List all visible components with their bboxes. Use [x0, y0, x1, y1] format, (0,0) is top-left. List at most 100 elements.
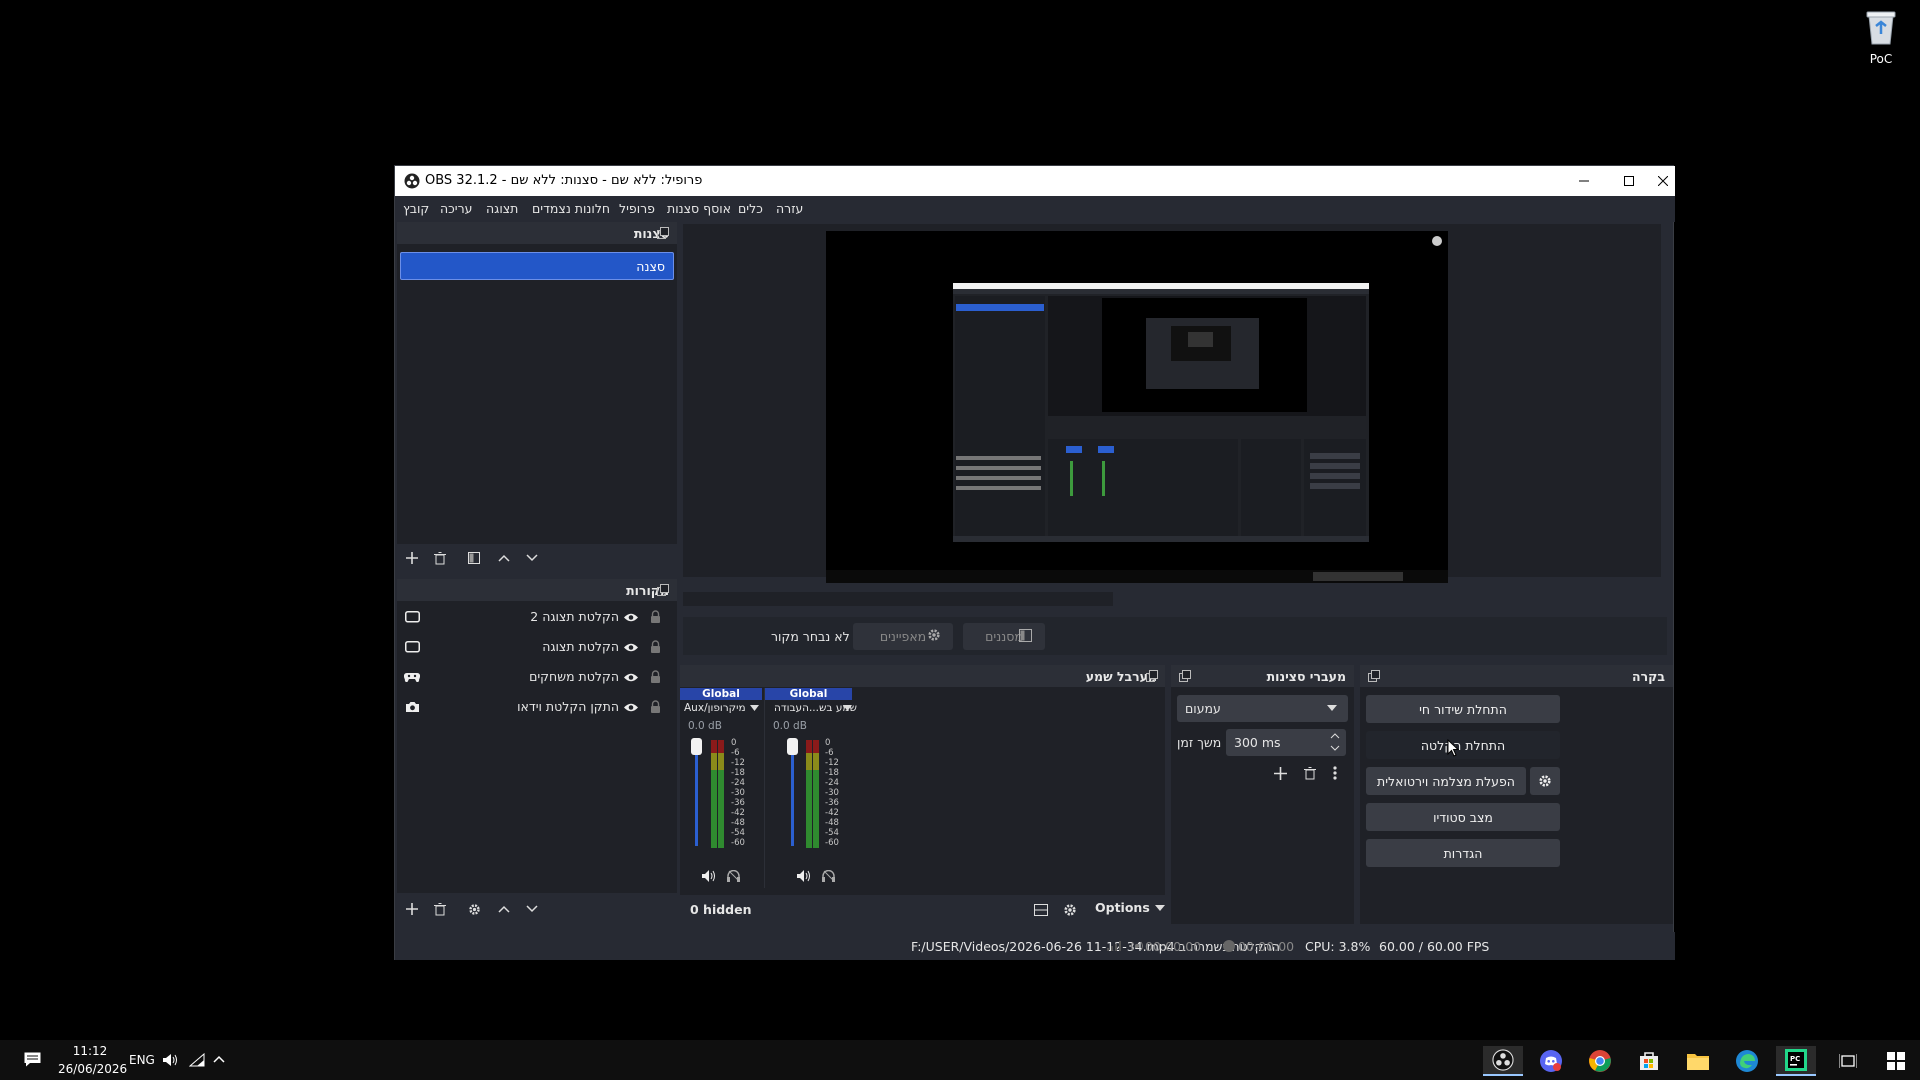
move-source-down-icon[interactable]: [523, 900, 541, 918]
start-recording-button[interactable]: התחלת הקלטה: [1366, 731, 1560, 759]
add-source-icon[interactable]: [403, 900, 421, 918]
source-row[interactable]: הקלטת תצוגה 2: [397, 602, 677, 632]
undock-icon[interactable]: [657, 227, 669, 239]
taskbar-chrome-icon[interactable]: [1580, 1046, 1620, 1076]
maximize-button[interactable]: [1606, 166, 1651, 196]
add-scene-icon[interactable]: [403, 549, 421, 567]
menu-tools[interactable]: כלים: [738, 201, 763, 216]
preview-zoom-controls[interactable]: [683, 592, 1113, 606]
undock-icon[interactable]: [1368, 670, 1380, 682]
add-transition-icon[interactable]: [1271, 764, 1289, 782]
lock-icon[interactable]: [646, 607, 664, 625]
sources-dock-title: מקורות: [397, 579, 677, 601]
visibility-eye-icon[interactable]: [622, 638, 640, 656]
network-icon[interactable]: [189, 1053, 205, 1067]
taskbar-task-view-icon[interactable]: [1828, 1046, 1868, 1076]
source-properties-gear-icon[interactable]: [465, 900, 483, 918]
taskbar-file-explorer-icon[interactable]: [1678, 1046, 1718, 1076]
duration-value: 300 ms: [1234, 735, 1281, 750]
sources-toolbar: [397, 895, 677, 923]
virtual-camera-settings-button[interactable]: [1530, 767, 1560, 795]
filters-button[interactable]: מסננים: [963, 623, 1045, 650]
menu-profile[interactable]: פרופיל: [619, 201, 655, 216]
duration-spinbox[interactable]: 300 ms: [1226, 729, 1346, 756]
chevron-down-icon: [1155, 905, 1165, 911]
status-bar: ההקלטה נשמרה ב F:/USER/Videos/2026-06-26…: [395, 932, 1675, 960]
menu-view[interactable]: תצוגה: [486, 201, 518, 216]
menu-scene-collection[interactable]: אוסף סצנות: [667, 201, 731, 216]
settings-button[interactable]: הגדרות: [1366, 839, 1560, 867]
undock-icon[interactable]: [1179, 670, 1191, 682]
scene-filters-icon[interactable]: [465, 549, 483, 567]
show-hidden-icons-chevron-icon[interactable]: [213, 1055, 225, 1063]
taskbar: 11:12 26/06/2026 ENG PC: [0, 1040, 1920, 1080]
transition-select[interactable]: עמעום: [1177, 695, 1348, 722]
source-row[interactable]: הקלטת תצוגה: [397, 632, 677, 662]
taskbar-pycharm-icon[interactable]: PC: [1776, 1046, 1816, 1076]
recycle-bin[interactable]: PoC: [1855, 8, 1907, 66]
gear-icon: [927, 628, 941, 642]
input-language[interactable]: ENG: [129, 1053, 155, 1067]
undock-icon[interactable]: [657, 584, 669, 596]
minimize-button[interactable]: [1561, 166, 1606, 196]
source-row[interactable]: הקלטת משחקים: [397, 662, 677, 692]
start-virtual-camera-button[interactable]: הפעלת מצלמה וירטואלית: [1366, 767, 1526, 795]
speaker-icon[interactable]: [797, 870, 811, 882]
taskbar-discord-icon[interactable]: [1531, 1046, 1571, 1076]
headphones-monitor-icon[interactable]: [727, 870, 740, 882]
taskbar-obs-icon[interactable]: [1483, 1046, 1523, 1076]
volume-slider-handle[interactable]: [787, 738, 798, 755]
remove-source-icon[interactable]: [431, 900, 449, 918]
visibility-eye-icon[interactable]: [622, 608, 640, 626]
window-title: OBS 32.1.2 - פרופיל: ללא שם - סצנות: ללא…: [425, 173, 703, 188]
remove-transition-icon[interactable]: [1301, 764, 1319, 782]
lock-icon[interactable]: [646, 697, 664, 715]
volume-icon[interactable]: [163, 1053, 179, 1067]
mixer-layout-icon[interactable]: [1032, 901, 1050, 919]
menu-help[interactable]: עזרה: [776, 201, 803, 216]
spin-up-icon[interactable]: [1330, 732, 1340, 739]
visibility-eye-icon[interactable]: [622, 698, 640, 716]
volume-slider-handle[interactable]: [691, 738, 702, 755]
scene-item[interactable]: סצנה: [400, 252, 674, 280]
start-windows-icon[interactable]: [1876, 1046, 1916, 1076]
title-bar[interactable]: OBS 32.1.2 - פרופיל: ללא שם - סצנות: ללא…: [395, 166, 1675, 196]
move-scene-up-icon[interactable]: [495, 549, 513, 567]
close-button[interactable]: [1651, 166, 1675, 196]
meter-ticks: 0 -6 -12 -18 -24 -30 -36 -42 -48 -54 -60: [731, 738, 745, 848]
channel-menu-arrow-icon[interactable]: [750, 705, 759, 711]
notifications-icon[interactable]: [24, 1052, 41, 1067]
source-name: הקלטת תצוגה: [542, 639, 619, 654]
transition-more-icon[interactable]: [1326, 764, 1344, 782]
channel-menu-arrow-icon[interactable]: [843, 705, 852, 711]
channel-name[interactable]: מיקרופון/Aux: [684, 702, 746, 714]
options-dropdown[interactable]: Options: [1095, 900, 1165, 920]
spin-down-icon[interactable]: [1330, 745, 1340, 752]
taskbar-store-icon[interactable]: [1629, 1046, 1669, 1076]
undock-icon[interactable]: [1146, 670, 1158, 682]
remove-scene-icon[interactable]: [431, 549, 449, 567]
speaker-icon[interactable]: [702, 870, 716, 882]
menu-bar: קובץ עריכה תצוגה חלונות נצמדים פרופיל או…: [395, 196, 1675, 222]
menu-edit[interactable]: עריכה: [440, 201, 472, 216]
start-streaming-button[interactable]: התחלת שידור חי: [1366, 695, 1560, 723]
headphones-monitor-icon[interactable]: [822, 870, 835, 882]
taskbar-edge-icon[interactable]: [1727, 1046, 1767, 1076]
lock-icon[interactable]: [646, 637, 664, 655]
audio-mixer-dock: מערבל שמע Global מיקרופון/Aux 0.0 dB 0 -6…: [680, 665, 1165, 895]
hidden-count-label[interactable]: 0 hidden: [690, 902, 752, 917]
move-scene-down-icon[interactable]: [523, 549, 541, 567]
clock-date[interactable]: 26/06/2026: [58, 1062, 127, 1076]
clock-time[interactable]: 11:12: [58, 1044, 122, 1058]
menu-file[interactable]: קובץ: [403, 201, 429, 216]
lock-icon[interactable]: [646, 667, 664, 685]
monitor-icon: [403, 608, 421, 626]
menu-docks[interactable]: חלונות נצמדים: [532, 201, 610, 216]
visibility-eye-icon[interactable]: [622, 668, 640, 686]
properties-button[interactable]: מאפיינים: [853, 623, 953, 650]
move-source-up-icon[interactable]: [495, 900, 513, 918]
studio-mode-button[interactable]: מצב סטודיו: [1366, 803, 1560, 831]
source-row[interactable]: התקן הקלטת וידאו: [397, 692, 677, 722]
advanced-audio-gear-icon[interactable]: [1061, 901, 1079, 919]
preview-area[interactable]: [683, 224, 1661, 583]
